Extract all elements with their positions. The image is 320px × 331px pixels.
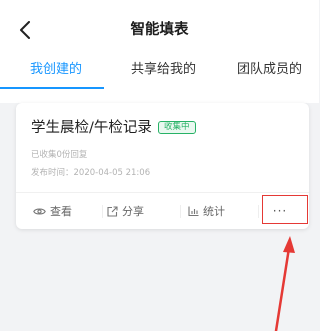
page-title: 智能填表 [130, 22, 189, 38]
view-label: 查看 [50, 205, 72, 218]
action-separator [180, 205, 181, 218]
active-tab-indicator [0, 87, 104, 89]
tab-team-members[interactable]: 团队成员的 [237, 58, 302, 82]
publish-time: 发布时间：2020-04-05 21:06 [31, 168, 151, 178]
tab-my-created[interactable]: 我创建的 [30, 58, 82, 82]
share-button[interactable]: 分享 [89, 193, 162, 229]
form-title: 学生晨检/午检记录 [31, 120, 152, 136]
stats-label: 统计 [203, 205, 225, 218]
annotation-highlight-box [262, 195, 308, 224]
tab-shared-with-me[interactable]: 共享给我的 [131, 58, 196, 82]
app-header: 智能填表 我创建的 共享给我的 团队成员的 [0, 0, 319, 103]
share-icon [107, 205, 118, 217]
stats-button[interactable]: 统计 [162, 193, 251, 229]
action-separator [258, 205, 259, 218]
bar-chart-icon [188, 206, 199, 216]
tab-bar: 我创建的 共享给我的 团队成员的 [0, 58, 319, 89]
eye-icon [33, 207, 46, 216]
status-badge: 收集中 [158, 121, 196, 134]
collected-count: 已收集0份回复 [31, 150, 88, 160]
view-button[interactable]: 查看 [16, 193, 89, 229]
action-separator [102, 205, 103, 218]
share-label: 分享 [122, 205, 144, 218]
